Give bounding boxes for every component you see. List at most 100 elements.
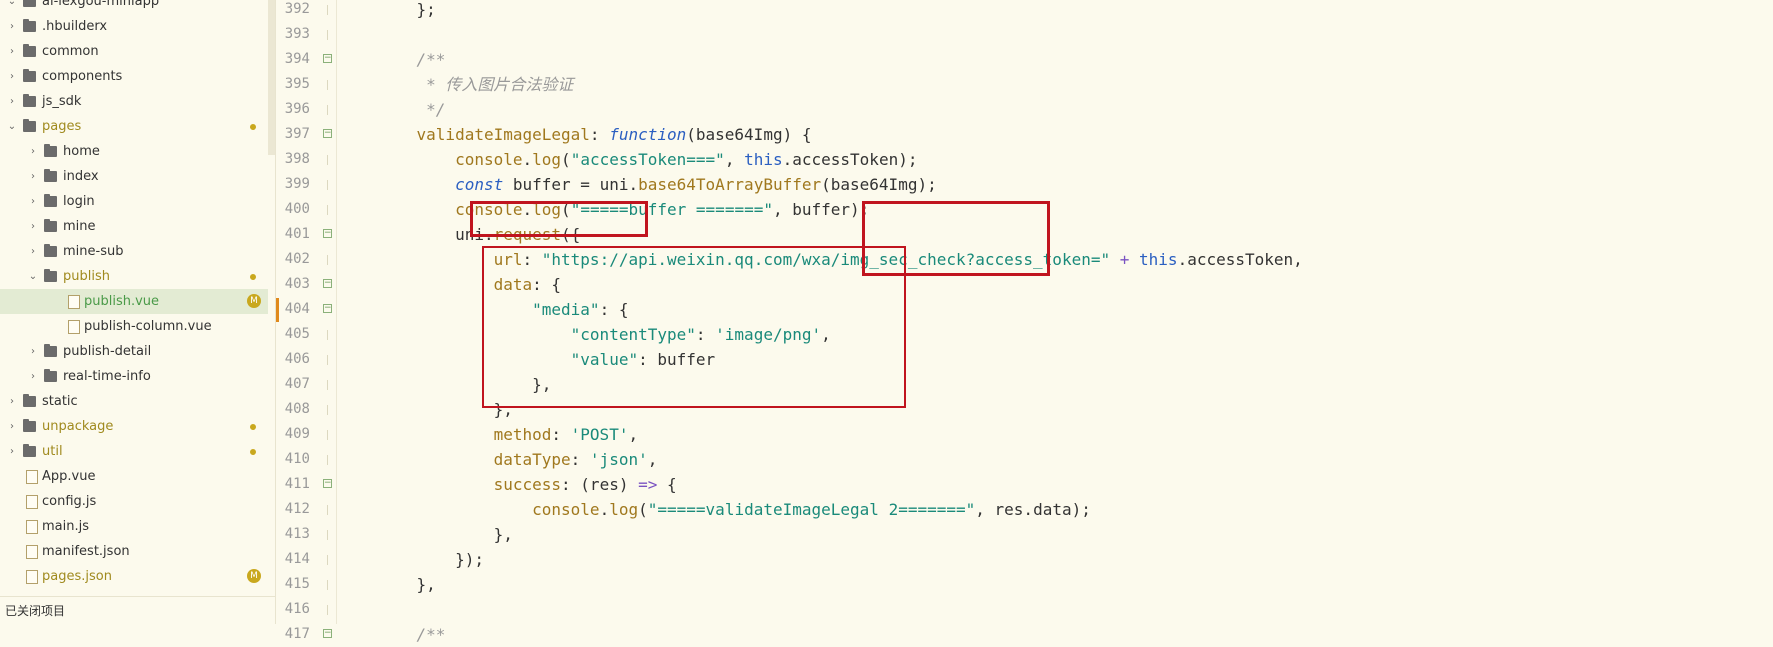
tree-file-manifest-json[interactable]: manifest.json (0, 539, 268, 564)
code-token: , (724, 150, 745, 169)
chevron-right-icon[interactable]: › (27, 339, 39, 364)
gutter-line: 404 − (276, 297, 336, 322)
tree-file-publish-vue[interactable]: publish.vue M (0, 289, 268, 314)
tree-folder-common[interactable]: › common (0, 39, 268, 64)
fold-guide (327, 380, 328, 390)
chevron-right-icon[interactable]: › (27, 139, 39, 164)
tree-folder-ai-lexgou-miniapp[interactable]: ⌄ ai-lexgou-miniapp (0, 0, 268, 14)
chevron-right-icon[interactable]: › (6, 64, 18, 89)
chevron-right-icon[interactable]: › (27, 239, 39, 264)
folder-icon (23, 44, 36, 57)
fold-guide (327, 180, 328, 190)
fold-toggle-icon[interactable]: − (323, 54, 332, 63)
code-line[interactable]: console.log("=====validateImageLegal 2==… (378, 497, 1091, 522)
tree-item-label: login (63, 194, 95, 209)
gutter-line: 406 (276, 347, 336, 372)
tree-folder-publish-detail[interactable]: › publish-detail (0, 339, 268, 364)
code-line[interactable]: }, (378, 522, 513, 547)
code-line[interactable]: }; (378, 0, 436, 22)
tree-folder-real-time-info[interactable]: › real-time-info (0, 364, 268, 389)
code-token: console (532, 500, 600, 519)
file-icon (26, 470, 38, 484)
tree-folder-unpackage[interactable]: › unpackage (0, 414, 268, 439)
line-number: 392 (284, 1, 310, 17)
code-line[interactable]: }); (378, 547, 484, 572)
chevron-right-icon[interactable]: › (27, 164, 39, 189)
tree-folder-js-sdk[interactable]: › js_sdk (0, 89, 268, 114)
closed-projects-label[interactable]: 已关闭项目 (0, 596, 275, 624)
code-token: success (493, 475, 562, 494)
fold-toggle-icon[interactable]: − (323, 229, 332, 238)
fold-toggle-icon[interactable]: − (323, 304, 332, 313)
code-line[interactable]: validateImageLegal: function(base64Img) … (378, 122, 812, 147)
tree-folder--hbuilderx[interactable]: › .hbuilderx (0, 14, 268, 39)
code-line[interactable]: */ (378, 97, 445, 122)
code-token: . (599, 500, 610, 519)
fold-guide (327, 5, 328, 15)
tree-file-publish-column-vue[interactable]: publish-column.vue (0, 314, 268, 339)
tree-folder-home[interactable]: › home (0, 139, 268, 164)
fold-guide (327, 530, 328, 540)
tree-folder-login[interactable]: › login (0, 189, 268, 214)
code-token: + (1119, 250, 1130, 269)
code-token: .accessToken); (782, 150, 918, 169)
code-token: }, (378, 575, 436, 594)
fold-toggle-icon[interactable]: − (323, 129, 332, 138)
chevron-right-icon[interactable]: › (6, 439, 18, 464)
code-line[interactable]: }, (378, 572, 436, 597)
file-icon (26, 520, 38, 534)
fold-guide (327, 30, 328, 40)
fold-guide (327, 430, 328, 440)
line-number: 414 (284, 551, 310, 567)
tree-folder-util[interactable]: › util (0, 439, 268, 464)
code-token: const (455, 175, 504, 194)
chevron-down-icon[interactable]: ⌄ (6, 0, 18, 14)
code-line[interactable]: const buffer = uni.base64ToArrayBuffer(b… (378, 172, 937, 197)
fold-toggle-icon[interactable]: − (323, 629, 332, 638)
line-number-gutter: 392 393 394 − 395 396 397 − 398 399 400 401 − 402 403 −… (276, 0, 336, 642)
fold-toggle-icon[interactable]: − (323, 479, 332, 488)
tree-item-label: pages.json (42, 569, 112, 584)
code-line[interactable]: /** (378, 622, 446, 647)
tree-folder-index[interactable]: › index (0, 164, 268, 189)
chevron-right-icon[interactable]: › (6, 89, 18, 114)
code-line[interactable]: dataType: 'json', (378, 447, 658, 472)
sidebar-scrollbar[interactable] (268, 0, 275, 155)
chevron-right-icon[interactable]: › (27, 364, 39, 389)
tree-folder-pages[interactable]: ⌄ pages (0, 114, 268, 139)
code-line[interactable]: console.log("accessToken===", this.acces… (378, 147, 917, 172)
tree-folder-publish[interactable]: ⌄ publish (0, 264, 268, 289)
code-line[interactable]: * 传入图片合法验证 (378, 72, 573, 97)
tree-file-config-js[interactable]: config.js (0, 489, 268, 514)
gutter-line: 413 (276, 522, 336, 547)
fold-toggle-icon[interactable]: − (323, 279, 332, 288)
chevron-right-icon[interactable]: › (6, 14, 18, 39)
code-line[interactable]: success: (res) => { (378, 472, 677, 497)
code-token: }; (378, 0, 436, 19)
chevron-right-icon[interactable]: › (27, 214, 39, 239)
chevron-right-icon[interactable]: › (6, 389, 18, 414)
chevron-down-icon[interactable]: ⌄ (27, 264, 39, 289)
code-line[interactable]: method: 'POST', (378, 422, 639, 447)
code-token: ( (561, 150, 571, 169)
tree-folder-mine[interactable]: › mine (0, 214, 268, 239)
tree-folder-static[interactable]: › static (0, 389, 268, 414)
tree-folder-components[interactable]: › components (0, 64, 268, 89)
tree-file-app-vue[interactable]: App.vue (0, 464, 268, 489)
tree-file-pages-json[interactable]: pages.json M (0, 564, 268, 589)
code-line[interactable]: /** (378, 47, 446, 72)
chevron-right-icon[interactable]: › (6, 39, 18, 64)
folder-icon (44, 169, 57, 182)
tree-item-label: mine (63, 219, 96, 234)
code-token: (base64Img) { (686, 125, 812, 144)
code-token: console (455, 150, 523, 169)
chevron-right-icon[interactable]: › (6, 414, 18, 439)
fold-guide (327, 355, 328, 365)
chevron-right-icon[interactable]: › (27, 189, 39, 214)
tree-folder-mine-sub[interactable]: › mine-sub (0, 239, 268, 264)
chevron-down-icon[interactable]: ⌄ (6, 114, 18, 139)
code-token: base64ToArrayBuffer (638, 175, 822, 194)
tree-file-main-js[interactable]: main.js (0, 514, 268, 539)
fold-guide (327, 505, 328, 515)
